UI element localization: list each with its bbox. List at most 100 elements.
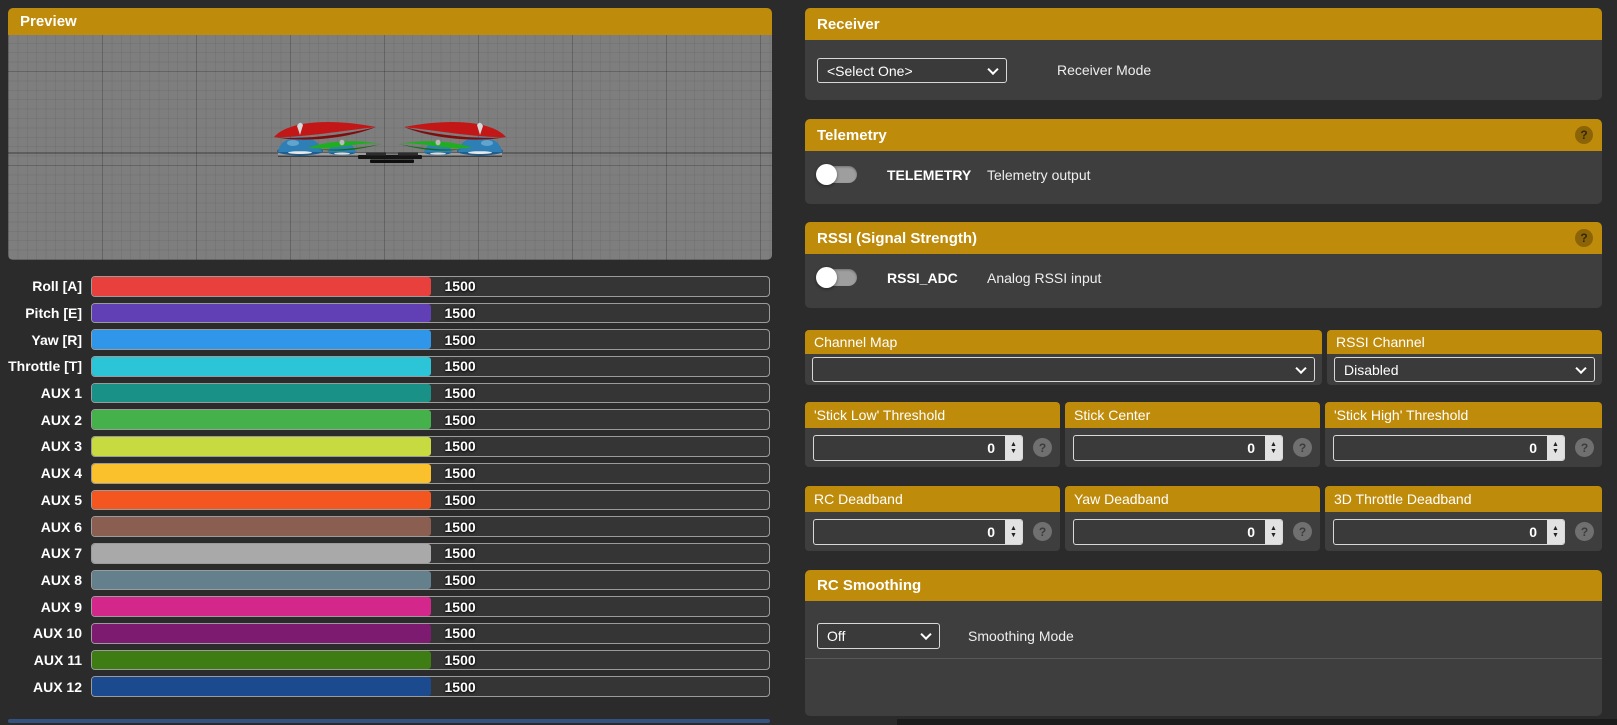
channel-meter-fill	[92, 357, 431, 376]
channel-label: Yaw [R]	[8, 332, 82, 348]
stick-center-input[interactable]: ▲▼	[1073, 435, 1283, 461]
channel-value: 1500	[445, 572, 476, 588]
channel-value: 1500	[445, 625, 476, 641]
yaw-deadband-field[interactable]	[1073, 519, 1283, 545]
rssi-channel-header: RSSI Channel	[1327, 330, 1602, 354]
throttle-3d-deadband-field[interactable]	[1333, 519, 1565, 545]
help-icon[interactable]: ?	[1575, 126, 1593, 144]
channel-meter-fill	[92, 651, 431, 670]
channel-meter: 1500	[91, 303, 770, 324]
chevron-down-icon	[920, 629, 931, 640]
number-spinner[interactable]: ▲▼	[1265, 520, 1282, 544]
cutoff-element-right	[897, 719, 1617, 725]
channel-row: AUX 31500	[8, 436, 770, 457]
channel-row: Throttle [T]1500	[8, 356, 770, 377]
channel-row: Yaw [R] 1500	[8, 329, 770, 350]
channel-meter: 1500	[91, 650, 770, 671]
channel-meter-fill	[92, 437, 431, 456]
stick-center-field[interactable]	[1073, 435, 1283, 461]
rssi-channel-select[interactable]: Disabled	[1334, 357, 1595, 382]
channel-meter-fill	[92, 277, 431, 296]
receiver-title: Receiver	[817, 16, 880, 33]
channel-meter-fill	[92, 677, 431, 696]
help-icon[interactable]: ?	[1293, 438, 1312, 457]
channel-row: AUX 71500	[8, 543, 770, 564]
channel-value: 1500	[445, 465, 476, 481]
stick-high-threshold-header: 'Stick High' Threshold	[1325, 402, 1602, 428]
channel-meter: 1500	[91, 276, 770, 297]
channel-map-box: Channel Map	[805, 330, 1322, 385]
channel-row: AUX 5 1500	[8, 490, 770, 511]
rssi-channel-box: RSSI Channel Disabled	[1327, 330, 1602, 385]
channel-label: AUX 9	[8, 599, 82, 615]
channel-value: 1500	[445, 438, 476, 454]
stick-center-box: Stick Center ▲▼ ?	[1065, 402, 1320, 467]
channel-value: 1500	[445, 412, 476, 428]
channel-meter-fill	[92, 571, 431, 590]
channel-meter-fill	[92, 330, 431, 349]
chevron-down-icon	[1575, 362, 1586, 373]
channel-value: 1500	[445, 305, 476, 321]
channel-row: AUX 11500	[8, 383, 770, 404]
stick-low-threshold-input[interactable]: ▲▼	[813, 435, 1023, 461]
channel-label: AUX 8	[8, 572, 82, 588]
channel-value: 1500	[445, 679, 476, 695]
number-spinner[interactable]: ▲▼	[1547, 436, 1564, 460]
stick-low-threshold-box: 'Stick Low' Threshold ▲▼ ?	[805, 402, 1060, 467]
help-icon[interactable]: ?	[1575, 438, 1594, 457]
channel-value: 1500	[445, 358, 476, 374]
help-icon[interactable]: ?	[1575, 229, 1593, 247]
receiver-tab: Preview	[0, 0, 1617, 725]
rssi-title: RSSI (Signal Strength)	[817, 230, 977, 247]
channel-meter-fill	[92, 491, 431, 510]
toggle-knob	[816, 164, 837, 185]
preview-header: Preview	[8, 8, 772, 35]
number-spinner[interactable]: ▲▼	[1547, 520, 1564, 544]
help-icon[interactable]: ?	[1293, 522, 1312, 541]
help-icon[interactable]: ?	[1575, 522, 1594, 541]
rssi-header: RSSI (Signal Strength) ?	[805, 222, 1602, 254]
number-spinner[interactable]: ▲▼	[1005, 436, 1022, 460]
number-spinner[interactable]: ▲▼	[1005, 520, 1022, 544]
receiver-mode-label: Receiver Mode	[1057, 62, 1151, 78]
stick-high-threshold-field[interactable]	[1333, 435, 1565, 461]
channel-value: 1500	[445, 278, 476, 294]
telemetry-feature-desc: Telemetry output	[987, 167, 1091, 183]
channel-meter: 1500	[91, 676, 770, 697]
receiver-panel: Receiver <Select One> Receiver Mode	[805, 8, 1602, 100]
stick-low-threshold-field[interactable]	[813, 435, 1023, 461]
toggle-knob	[816, 267, 837, 288]
number-spinner[interactable]: ▲▼	[1265, 436, 1282, 460]
smoothing-mode-value: Off	[827, 628, 845, 644]
channel-row: AUX 121500	[8, 676, 770, 697]
rc-deadband-input[interactable]: ▲▼	[813, 519, 1023, 545]
receiver-mode-value: <Select One>	[827, 63, 913, 79]
yaw-deadband-box: Yaw Deadband ▲▼ ?	[1065, 486, 1320, 551]
receiver-header: Receiver	[805, 8, 1602, 40]
telemetry-toggle[interactable]	[817, 166, 857, 183]
channel-row: AUX 61500	[8, 516, 770, 537]
throttle-3d-deadband-input[interactable]: ▲▼	[1333, 519, 1565, 545]
channel-value: 1500	[445, 332, 476, 348]
receiver-mode-select[interactable]: <Select One>	[817, 58, 1007, 83]
help-icon[interactable]: ?	[1033, 438, 1052, 457]
channel-label: AUX 5	[8, 492, 82, 508]
channel-meter: 1500	[91, 490, 770, 511]
rssi-panel: RSSI (Signal Strength) ? RSSI_ADC Analog…	[805, 222, 1602, 308]
channel-meter-fill	[92, 624, 431, 643]
telemetry-feature-name: TELEMETRY	[887, 167, 987, 183]
rc-deadband-header: RC Deadband	[805, 486, 1060, 512]
channel-meter: 1500	[91, 463, 770, 484]
smoothing-mode-select[interactable]: Off	[817, 623, 940, 649]
channel-row: AUX 21500	[8, 409, 770, 430]
channel-map-select[interactable]	[812, 357, 1315, 382]
throttle-3d-deadband-box: 3D Throttle Deadband ▲▼ ?	[1325, 486, 1602, 551]
channel-meter: 1500	[91, 570, 770, 591]
help-icon[interactable]: ?	[1033, 522, 1052, 541]
stick-high-threshold-input[interactable]: ▲▼	[1333, 435, 1565, 461]
rssi-adc-toggle[interactable]	[817, 269, 857, 286]
rc-deadband-field[interactable]	[813, 519, 1023, 545]
channel-meter-fill	[92, 544, 431, 563]
model-preview-canvas[interactable]	[8, 35, 772, 260]
yaw-deadband-input[interactable]: ▲▼	[1073, 519, 1283, 545]
